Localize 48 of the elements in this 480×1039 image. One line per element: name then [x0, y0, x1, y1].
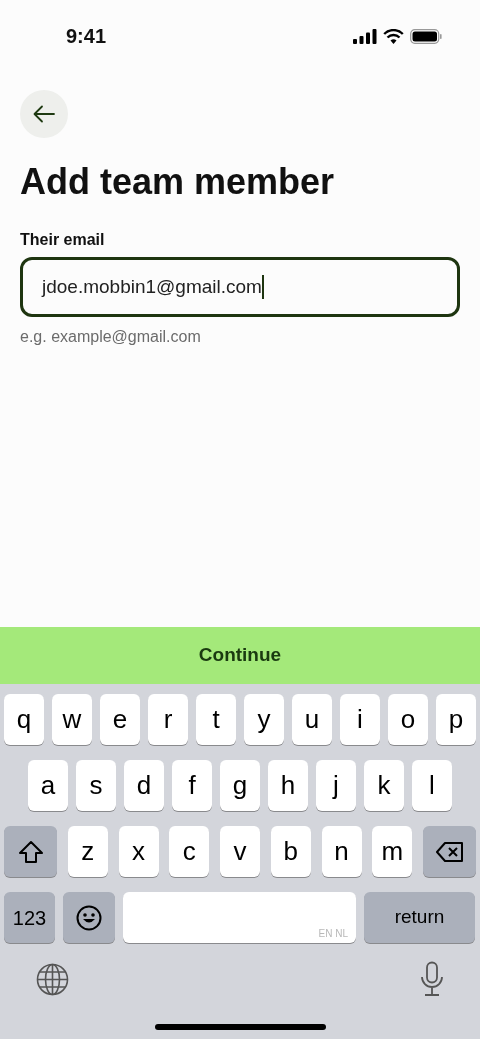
key[interactable]: v [220, 826, 260, 877]
microphone-icon [420, 961, 444, 997]
key[interactable]: s [76, 760, 116, 811]
key[interactable]: h [268, 760, 308, 811]
numbers-key[interactable]: 123 [4, 892, 55, 943]
page-title: Add team member [20, 160, 336, 204]
key[interactable]: p [436, 694, 476, 745]
signal-icon [353, 28, 377, 44]
status-time: 9:41 [66, 24, 107, 49]
return-key[interactable]: return [364, 892, 475, 943]
key[interactable]: d [124, 760, 164, 811]
language-label: EN NL [318, 929, 348, 939]
continue-button[interactable]: Continue [0, 627, 480, 684]
key[interactable]: u [292, 694, 332, 745]
key[interactable]: q [4, 694, 44, 745]
key[interactable]: w [52, 694, 92, 745]
key[interactable]: x [118, 826, 159, 877]
globe-icon [36, 962, 69, 996]
key[interactable]: n [321, 826, 362, 877]
key[interactable]: a [28, 760, 68, 811]
field-label: Their email [20, 230, 106, 250]
field-hint: e.g. example@gmail.com [20, 327, 202, 347]
key[interactable]: i [340, 694, 380, 745]
smiley-icon [76, 904, 102, 931]
key[interactable]: k [364, 760, 404, 811]
key[interactable]: j [316, 760, 356, 811]
back-button[interactable] [20, 90, 68, 138]
key[interactable]: y [244, 694, 284, 745]
key[interactable]: l [412, 760, 452, 811]
key[interactable]: e [100, 694, 140, 745]
key[interactable]: r [148, 694, 188, 745]
shift-icon [17, 839, 44, 864]
shift-key[interactable] [4, 826, 57, 877]
wifi-icon [383, 28, 404, 44]
backspace-icon [435, 840, 464, 863]
key[interactable]: g [220, 760, 260, 811]
key[interactable]: c [169, 826, 210, 877]
delete-key[interactable] [423, 826, 476, 877]
key[interactable]: m [372, 826, 413, 877]
key[interactable]: f [172, 760, 212, 811]
emoji-key[interactable] [63, 892, 115, 943]
key[interactable]: z [67, 826, 108, 877]
email-field[interactable]: jdoe.mobbin1@gmail.com [20, 257, 460, 317]
key[interactable]: t [196, 694, 236, 745]
back-arrow-icon [33, 105, 55, 123]
key[interactable]: o [388, 694, 428, 745]
key[interactable]: b [270, 826, 311, 877]
battery-icon [410, 28, 442, 44]
